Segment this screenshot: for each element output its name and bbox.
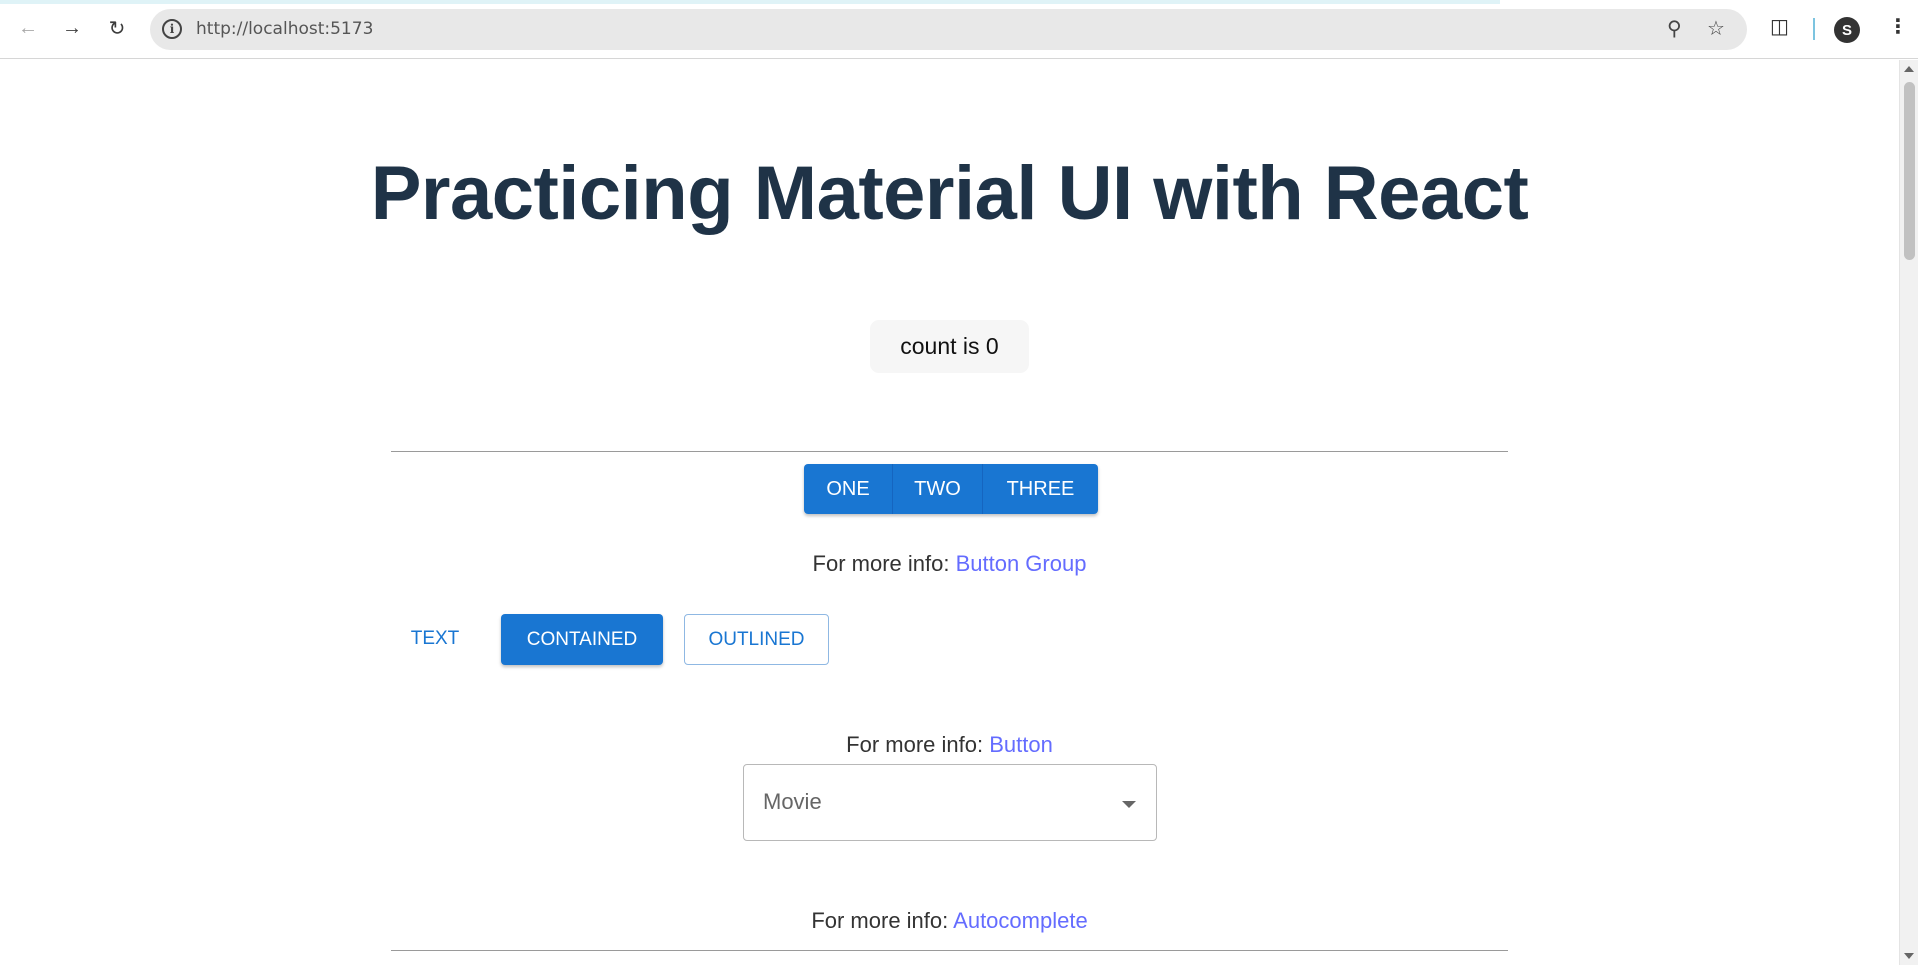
group-button-three[interactable]: THREE: [983, 464, 1098, 514]
contained-button[interactable]: CONTAINED: [501, 614, 663, 665]
button-group-info: For more info: Button Group: [0, 551, 1899, 577]
info-prefix: For more info:: [812, 551, 956, 576]
url-text[interactable]: http://localhost:5173: [196, 19, 373, 39]
browser-toolbar: ← → ↻ i http://localhost:5173 ⚲ ☆ ◫ S ⋮: [0, 0, 1918, 59]
arrow-left-icon[interactable]: ←: [13, 13, 43, 43]
avatar[interactable]: S: [1834, 17, 1860, 43]
vertical-scrollbar[interactable]: [1899, 60, 1918, 965]
button-link[interactable]: Button: [989, 732, 1053, 757]
puzzle-icon[interactable]: ◫: [1770, 14, 1789, 39]
autocomplete-placeholder[interactable]: Movie: [763, 789, 822, 815]
button-group-link[interactable]: Button Group: [956, 551, 1087, 576]
autocomplete-info: For more info: Autocomplete: [0, 908, 1899, 934]
info-prefix: For more info:: [846, 732, 990, 757]
scroll-down-icon[interactable]: [1904, 953, 1914, 959]
autocomplete-link[interactable]: Autocomplete: [953, 908, 1088, 933]
page-title: Practicing Material UI with React: [370, 151, 1529, 236]
toolbar-separator: [1813, 18, 1815, 40]
outlined-button[interactable]: OUTLINED: [684, 614, 829, 665]
group-button-one[interactable]: ONE: [804, 464, 893, 514]
tab-strip-edge: [0, 0, 1500, 4]
avatar-initial: S: [1841, 21, 1852, 39]
text-button[interactable]: TEXT: [395, 614, 475, 664]
counter-button[interactable]: count is 0: [870, 320, 1029, 373]
star-icon[interactable]: ☆: [1707, 16, 1725, 41]
group-button-two[interactable]: TWO: [893, 464, 983, 514]
page-content: Practicing Material UI with React count …: [0, 60, 1899, 965]
button-info: For more info: Button: [0, 732, 1899, 758]
scrollbar-thumb[interactable]: [1904, 82, 1915, 260]
reload-icon[interactable]: ↻: [102, 13, 132, 43]
address-bar[interactable]: i http://localhost:5173 ⚲ ☆: [150, 9, 1747, 50]
scroll-up-icon[interactable]: [1904, 66, 1914, 72]
info-prefix: For more info:: [811, 908, 954, 933]
movie-autocomplete[interactable]: Movie: [743, 764, 1157, 841]
chevron-down-icon[interactable]: [1122, 801, 1136, 808]
divider-top: [391, 451, 1508, 452]
button-group: ONE TWO THREE: [804, 464, 1098, 514]
info-icon[interactable]: i: [162, 19, 182, 39]
zoom-icon[interactable]: ⚲: [1667, 16, 1682, 41]
arrow-right-icon[interactable]: →: [57, 13, 87, 43]
divider-bottom: [391, 950, 1508, 951]
kebab-menu-icon[interactable]: ⋮: [1888, 14, 1908, 39]
